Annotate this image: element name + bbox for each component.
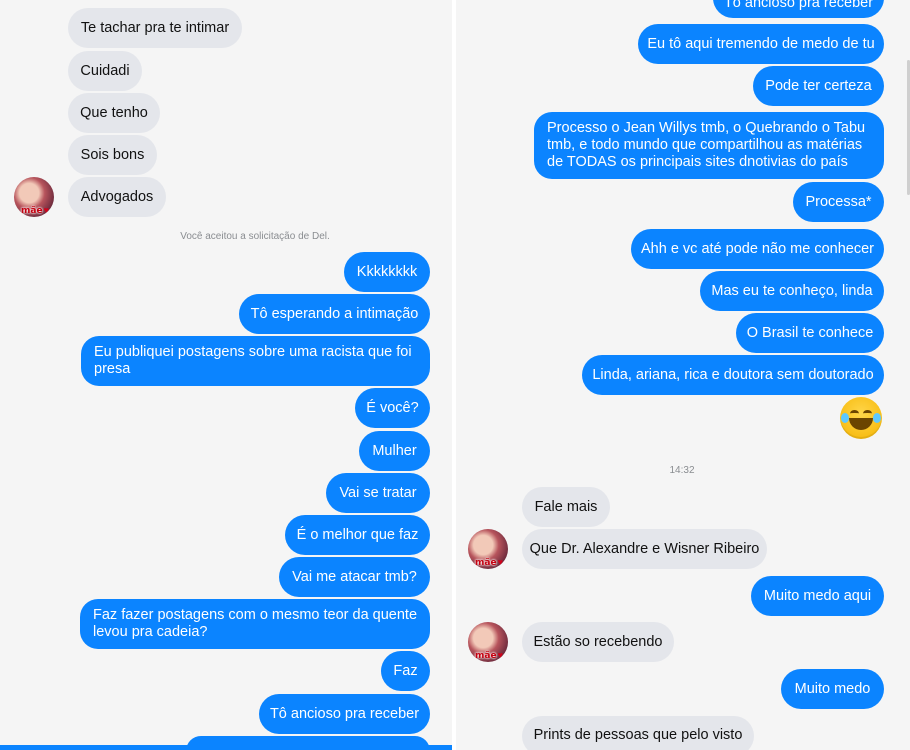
sent-message[interactable]: É o melhor que faz <box>285 515 430 555</box>
sent-message[interactable]: Tô ancioso pra receber <box>259 694 430 734</box>
avatar-badge: mãe <box>475 558 497 568</box>
sent-message[interactable]: Eu publiquei postagens sobre uma racista… <box>81 336 430 386</box>
sent-message[interactable]: Vai me atacar tmb? <box>279 557 430 597</box>
sent-message[interactable]: Mulher <box>359 431 430 471</box>
sent-message[interactable]: Ahh e vc até pode não me conhecer <box>631 229 884 269</box>
sent-message[interactable]: Pode ter certeza <box>753 66 884 106</box>
heart-icon: ♥ <box>497 650 503 660</box>
contact-avatar[interactable]: mãe ♥ <box>468 529 508 569</box>
request-accepted-notice: Você aceitou a solicitação de Del. <box>180 231 330 242</box>
sent-message[interactable]: É você? <box>355 388 430 428</box>
sent-message[interactable]: Mas eu te conheço, linda <box>700 271 884 311</box>
left-chat-panel: Te tachar pra te intimar Cuidadi Que ten… <box>0 0 452 750</box>
right-chat-panel: Tô ancioso pra receber Eu tô aqui tremen… <box>456 0 910 750</box>
received-message[interactable]: Advogados <box>68 177 166 217</box>
received-message[interactable]: Sois bons <box>68 135 157 175</box>
received-message[interactable]: Que Dr. Alexandre e Wisner Ribeiro <box>522 529 767 569</box>
sent-message[interactable]: Kkkkkkkk <box>344 252 430 292</box>
sent-message[interactable]: Faz fazer postagens com o mesmo teor da … <box>80 599 430 649</box>
sent-message[interactable]: Vai se tratar <box>326 473 430 513</box>
sent-message[interactable]: Processa* <box>793 182 884 222</box>
received-message[interactable]: Te tachar pra te intimar <box>68 8 242 48</box>
heart-icon: ♥ <box>497 557 503 567</box>
contact-avatar[interactable]: mãe ♥ <box>14 177 54 217</box>
received-message[interactable]: Estão so recebendo <box>522 622 674 662</box>
sent-message[interactable]: Faz <box>381 651 430 691</box>
sent-message[interactable]: Eu tô aqui tremendo de medo de tu <box>638 24 884 64</box>
sent-message[interactable]: Linda, ariana, rica e doutora sem doutor… <box>582 355 884 395</box>
received-message[interactable]: Que tenho <box>68 93 160 133</box>
sent-message[interactable]: Tô esperando a intimação <box>239 294 430 334</box>
contact-avatar[interactable]: mãe ♥ <box>468 622 508 662</box>
sent-message[interactable]: Tô ancioso pra receber <box>713 0 884 18</box>
bottom-bar <box>0 745 452 750</box>
sent-message[interactable]: O Brasil te conhece <box>736 313 884 353</box>
laughing-tears-emoji-icon[interactable] <box>840 397 882 439</box>
avatar-badge: mãe <box>21 206 43 216</box>
received-message[interactable]: Fale mais <box>522 487 610 527</box>
sent-message[interactable]: Processo o Jean Willys tmb, o Quebrando … <box>534 112 884 179</box>
avatar-badge: mãe <box>475 651 497 661</box>
received-message[interactable]: Prints de pessoas que pelo visto <box>522 716 754 750</box>
timestamp: 14:32 <box>669 465 695 476</box>
heart-icon: ♥ <box>43 205 49 215</box>
sent-message[interactable]: Muito medo <box>781 669 884 709</box>
received-message[interactable]: Cuidadi <box>68 51 142 91</box>
sent-message[interactable]: Muito medo aqui <box>751 576 884 616</box>
